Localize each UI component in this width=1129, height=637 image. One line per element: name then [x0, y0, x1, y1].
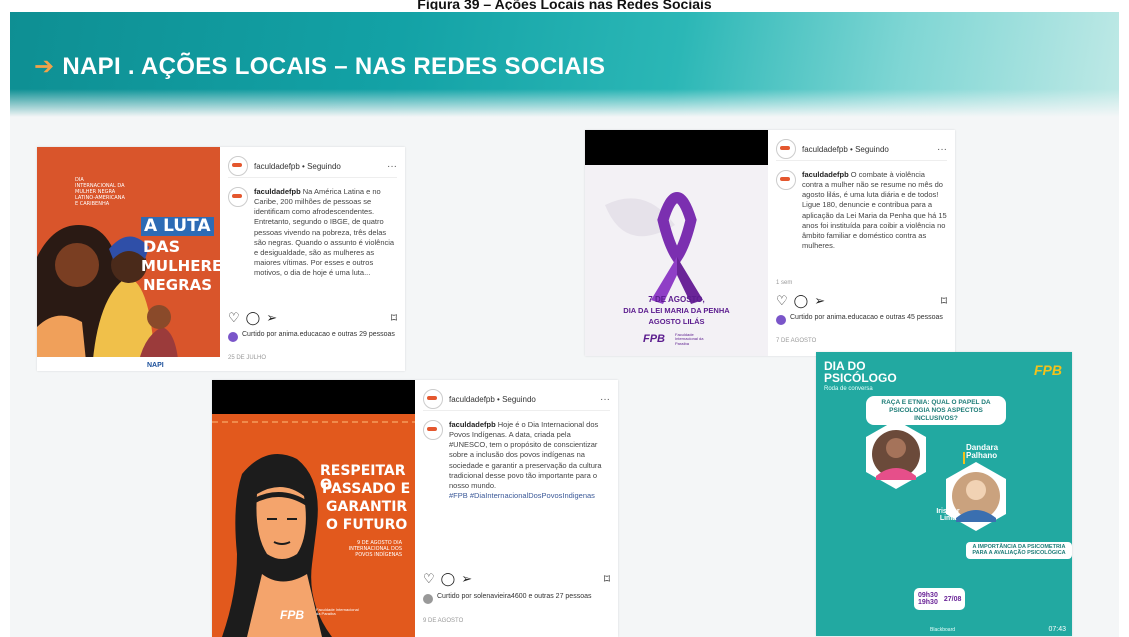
art-line-2: DIA DA LEI MARIA DA PENHA — [623, 306, 730, 315]
event-date: 27/08 — [943, 595, 962, 603]
post-panel: faculdadefpb • Seguindo ··· faculdadefpb… — [415, 380, 618, 637]
share-icon[interactable]: ➢ — [814, 293, 825, 309]
art-title-line-2: PASSADO E — [322, 481, 411, 497]
post-date: 9 DE AGOSTO — [423, 618, 464, 624]
post-actions: ♡ ◯ ➢ ⌑ — [228, 310, 397, 326]
likes-text[interactable]: Curtido por anima.educacao e outras 45 p… — [790, 314, 943, 325]
post-actions: ♡ ◯ ➢ ⌑ — [776, 293, 947, 309]
slide-title-text: NAPI . AÇÕES LOCAIS – NAS REDES SOCIAIS — [62, 53, 606, 80]
likes: Curtido por anima.educacao e outras 29 p… — [228, 331, 397, 342]
liker-avatar — [228, 332, 238, 342]
post-date: 25 DE JULHO — [228, 355, 267, 361]
liker-avatar — [423, 594, 433, 604]
caption-avatar[interactable] — [776, 170, 796, 190]
comment-icon[interactable]: ◯ — [246, 310, 261, 326]
post-ago: 1 sem — [776, 280, 793, 286]
post-date: 7 DE AGOSTO — [776, 338, 817, 344]
caption-clip — [228, 187, 397, 297]
fpb-logo: FPB — [643, 333, 665, 345]
figure-caption: Figura 39 – Ações Locais nas Redes Socia… — [417, 0, 712, 10]
liker-avatar — [776, 315, 786, 325]
art-title-line-3: GARANTIR — [326, 499, 408, 515]
post-header: faculdadefpb • Seguindo ··· — [423, 388, 610, 411]
post-caption: faculdadefpb Hoje é o Dia Internacional … — [423, 420, 610, 501]
post-username[interactable]: faculdadefpb • Seguindo — [254, 162, 341, 171]
post-actions: ♡ ◯ ➢ ⌑ — [423, 571, 610, 587]
art-line-3: AGOSTO LILÁS — [648, 317, 705, 326]
speaker-1-name: Dandara Palhano — [966, 443, 999, 461]
comment-icon[interactable]: ◯ — [794, 293, 809, 309]
caption-avatar[interactable] — [423, 420, 443, 440]
comment-icon[interactable]: ◯ — [441, 571, 456, 587]
more-options-icon[interactable]: ··· — [937, 144, 947, 155]
post-caption: faculdadefpb O combate à violência contr… — [776, 170, 947, 251]
bookmark-icon[interactable]: ⌑ — [604, 572, 610, 586]
time-1: 09h30 — [918, 592, 938, 599]
profile-avatar[interactable] — [228, 156, 248, 176]
post-header: faculdadefpb • Seguindo ··· — [228, 155, 397, 178]
heart-icon[interactable]: ♡ — [423, 571, 435, 587]
fpb-logo-subtitle: Faculdade Internacional da Paraíba — [316, 607, 359, 617]
post-image: 7 DE AGOSTO, DIA DA LEI MARIA DA PENHA A… — [585, 165, 768, 356]
post-username[interactable]: faculdadefpb • Seguindo — [449, 395, 536, 404]
profile-avatar[interactable] — [776, 139, 796, 159]
art-title-line-2: DAS — [143, 237, 181, 256]
post-header: faculdadefpb • Seguindo ··· — [776, 138, 947, 161]
share-icon[interactable]: ➢ — [266, 310, 277, 326]
likes-text[interactable]: Curtido por anima.educacao e outras 29 p… — [242, 331, 395, 342]
dia-do-psicologo-card: DIA DO PSICÓLOGO Roda de conversa FPB RA… — [816, 352, 1072, 636]
fpb-logo-subtitle: Faculdade Internacional da Paraíba — [675, 332, 704, 346]
art-line-1: 7 DE AGOSTO, — [648, 295, 705, 304]
napi-logo: NAPI — [147, 362, 164, 369]
instagram-post-povos-indigenas: RESPEITAR O PASSADO E GARANTIR O FUTURO … — [212, 380, 618, 637]
art-title-line-3: MULHERES — [141, 257, 220, 275]
arrow-icon: ➔ — [34, 53, 55, 80]
video-duration: 07:43 — [1048, 626, 1066, 633]
heart-icon[interactable]: ♡ — [776, 293, 788, 309]
post-image-topbar — [212, 380, 415, 414]
fpb-logo: FPB — [280, 608, 304, 622]
more-options-icon[interactable]: ··· — [600, 394, 610, 405]
time-2: 19h30 — [918, 599, 938, 606]
art-small-text: DIA INTERNACIONAL DA MULHER NEGRA LATINO… — [75, 177, 125, 207]
art-title-line-4: O FUTURO — [326, 517, 408, 533]
more-options-icon[interactable]: ··· — [387, 161, 397, 172]
time-box: 09h30 19h30 27/08 — [914, 588, 966, 610]
post-panel: faculdadefpb • Seguindo ··· faculdadefpb… — [220, 147, 405, 371]
post-image: RESPEITAR O PASSADO E GARANTIR O FUTURO … — [212, 414, 415, 637]
caption-hashtags[interactable]: #FPB #DiaInternacionalDosPovosIndigenas — [449, 491, 595, 500]
caption-body: O combate à violência contra a mulher nã… — [802, 170, 947, 250]
share-icon[interactable]: ➢ — [461, 571, 472, 587]
art-small-text: 9 DE AGOSTO DIA INTERNACIONAL DOS POVOS … — [348, 540, 402, 558]
art-title-line-1: A LUTA — [141, 217, 214, 236]
instagram-post-maria-da-penha: 7 DE AGOSTO, DIA DA LEI MARIA DA PENHA A… — [585, 130, 955, 356]
topic-box: A IMPORTÂNCIA DA PSICOMETRIA PARA A AVAL… — [966, 542, 1072, 559]
caption-body: Hoje é o Dia Internacional dos Povos Ind… — [449, 420, 602, 490]
post-image-topbar — [585, 130, 768, 165]
caption-text: faculdadefpb O combate à violência contr… — [802, 170, 947, 251]
caption-username[interactable]: faculdadefpb — [449, 420, 496, 429]
likes: Curtido por solenavieira4600 e outras 27… — [423, 593, 610, 604]
profile-avatar[interactable] — [423, 389, 443, 409]
likes-text[interactable]: Curtido por solenavieira4600 e outras 27… — [437, 593, 592, 604]
post-image: DIA INTERNACIONAL DA MULHER NEGRA LATINO… — [37, 147, 220, 371]
art-footer-strip — [37, 357, 220, 371]
slide-title: ➔ NAPI . AÇÕES LOCAIS – NAS REDES SOCIAIS — [34, 52, 605, 81]
post-username[interactable]: faculdadefpb • Seguindo — [802, 145, 889, 154]
caption-text: faculdadefpb Hoje é o Dia Internacional … — [449, 420, 610, 501]
bookmark-icon[interactable]: ⌑ — [391, 311, 397, 325]
speaker-2-name: Irismar Lima — [936, 508, 960, 523]
art-title-line-4: NEGRAS — [143, 276, 213, 294]
instagram-post-mulheres-negras: DIA INTERNACIONAL DA MULHER NEGRA LATINO… — [37, 147, 405, 371]
post-panel: faculdadefpb • Seguindo ··· faculdadefpb… — [768, 130, 955, 356]
time-slots: 09h30 19h30 — [918, 592, 938, 606]
likes: Curtido por anima.educacao e outras 45 p… — [776, 314, 947, 325]
heart-icon[interactable]: ♡ — [228, 310, 240, 326]
bookmark-icon[interactable]: ⌑ — [941, 294, 947, 308]
platform-label: Blackboard — [930, 627, 956, 633]
purple-ribbon-icon — [585, 165, 768, 356]
caption-username[interactable]: faculdadefpb — [802, 170, 849, 179]
slide: ➔ NAPI . AÇÕES LOCAIS – NAS REDES SOCIAIS… — [10, 12, 1119, 637]
